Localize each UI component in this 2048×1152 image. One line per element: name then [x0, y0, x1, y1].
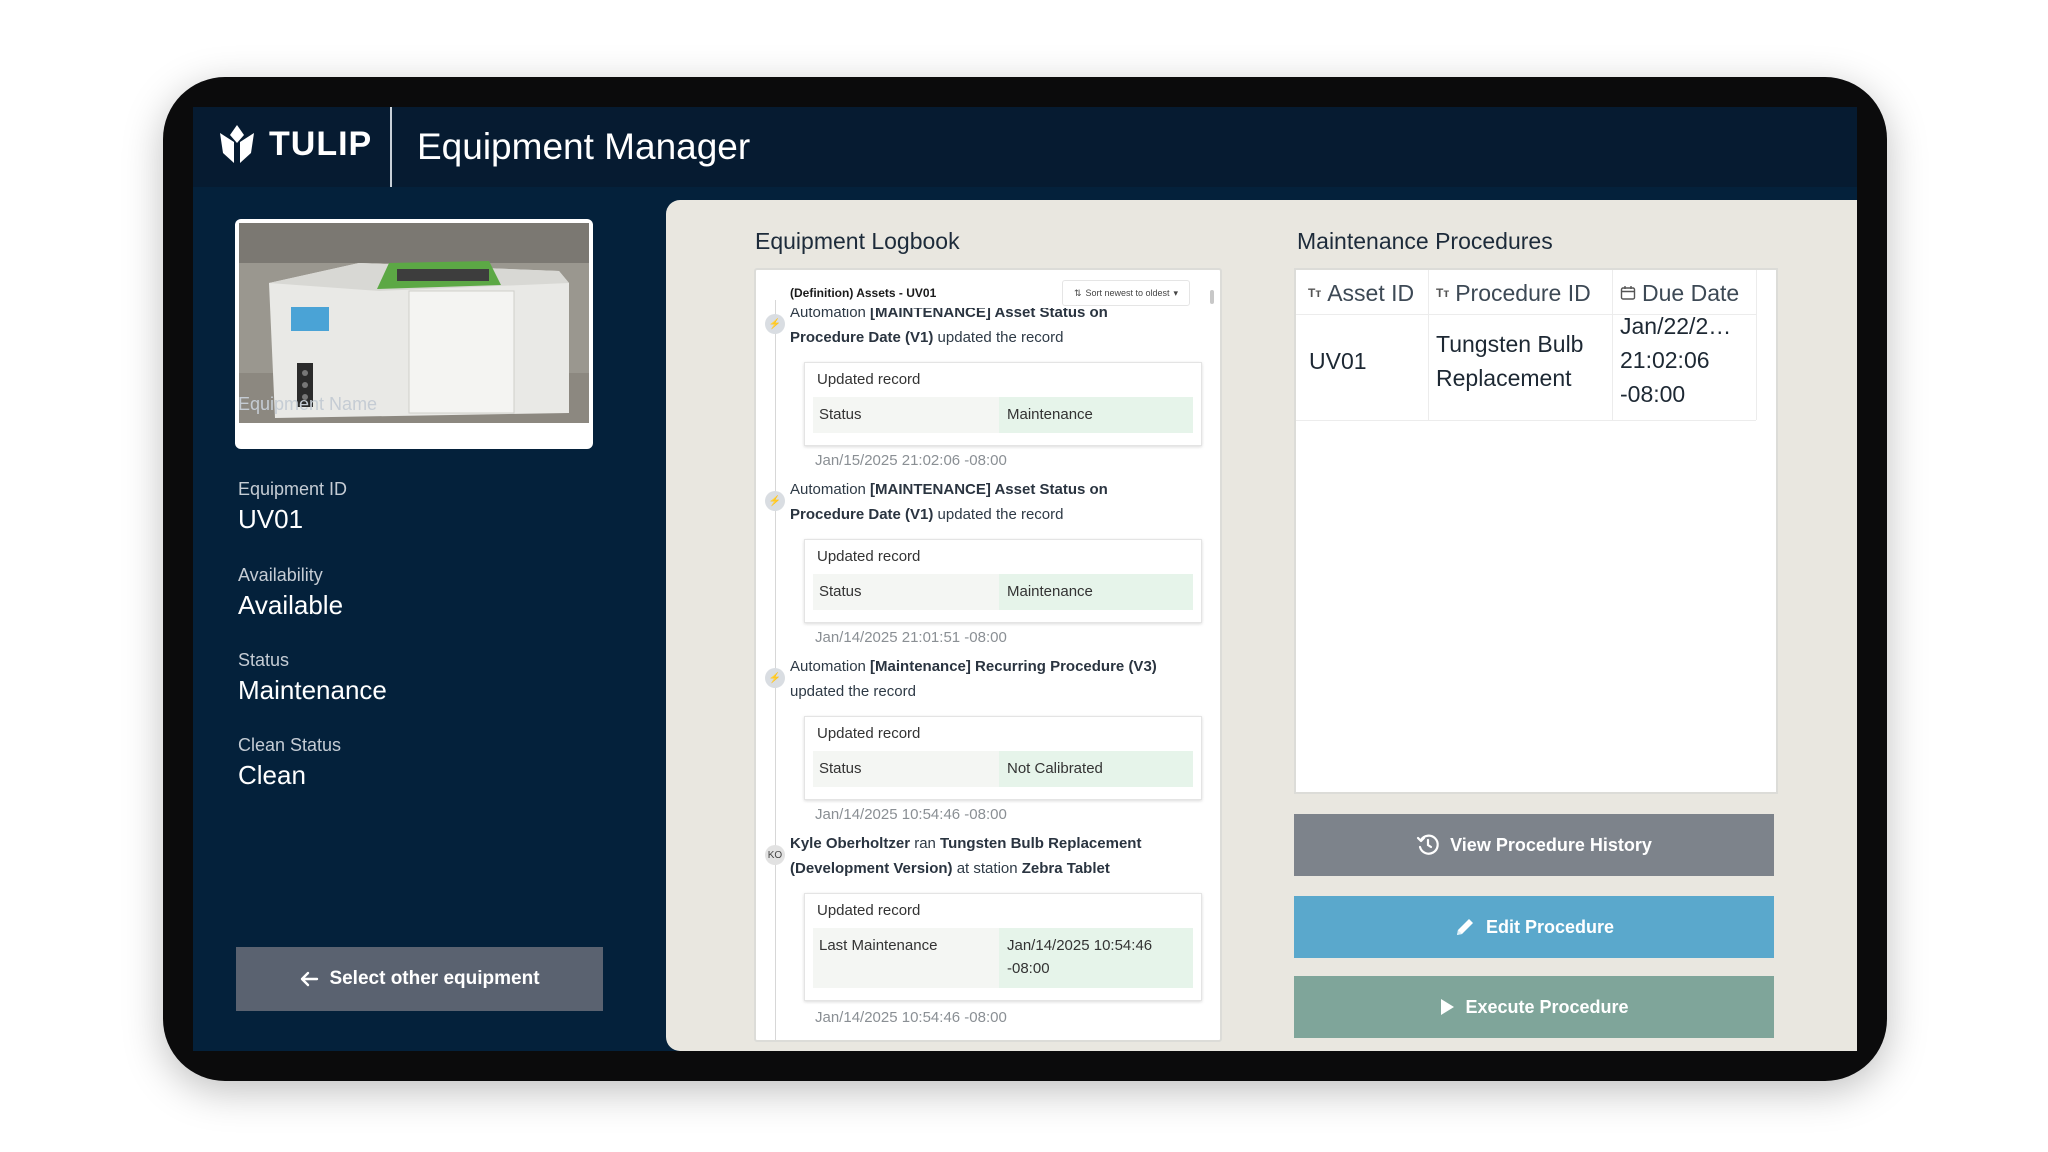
app-title: Equipment Manager	[417, 126, 751, 167]
record-value: Jan/14/2025 10:54:46 -08:00	[1007, 937, 1153, 977]
equipment-name-label: Equipment Name	[238, 394, 378, 414]
history-icon	[1417, 834, 1439, 855]
header-divider	[390, 107, 392, 187]
text-type-icon: Tт	[1308, 286, 1322, 300]
equipment-id-label: Equipment ID	[238, 479, 348, 499]
record-card: Updated record Last Maintenance Jan/14/2…	[804, 893, 1202, 1001]
text-type-icon: Tт	[1436, 286, 1450, 300]
record-card: Updated record Status Maintenance	[804, 362, 1202, 446]
record-row: Status Maintenance	[813, 397, 1193, 433]
sort-label: Sort newest to oldest	[1085, 288, 1170, 298]
logbook-title: Equipment Logbook	[755, 228, 960, 254]
arrow-left-icon	[301, 971, 319, 987]
main-content: Equipment Logbook (Definition) Assets - …	[666, 200, 1857, 1051]
table-column-divider	[1428, 270, 1429, 420]
app-screen: TULIP Equipment Manager Equipment Name U…	[193, 107, 1857, 1051]
record-row: Last Maintenance Jan/14/2025 10:54:46 -0…	[813, 928, 1193, 988]
chevron-down-icon: ▾	[1173, 287, 1179, 298]
availability-value: Available	[238, 590, 344, 620]
log-entry-time: Jan/15/2025 21:02:06 -08:00	[815, 452, 1007, 469]
automation-icon: ⚡	[765, 491, 785, 511]
record-value: Maintenance	[1007, 583, 1093, 600]
procedures-table: Tт Asset ID Tт Procedure ID Due Date UV0…	[1294, 268, 1778, 794]
equipment-id-value: UV01	[238, 504, 304, 534]
record-key: Last Maintenance	[819, 937, 938, 954]
column-header-procedure-id[interactable]: Tт Procedure ID	[1436, 276, 1591, 310]
record-row: Status Not Calibrated	[813, 751, 1193, 787]
log-entry-time: Jan/14/2025 21:01:51 -08:00	[815, 629, 1007, 646]
cell-asset-id: UV01	[1309, 348, 1367, 374]
record-key: Status	[819, 406, 862, 423]
log-entry-text: Automation [MAINTENANCE] Asset Status on…	[790, 481, 1108, 523]
sort-dropdown[interactable]: ⇅ Sort newest to oldest ▾	[1062, 280, 1190, 306]
table-column-divider	[1612, 270, 1613, 420]
tulip-logo-icon	[220, 125, 254, 163]
logbook-scrollbar[interactable]	[1210, 290, 1214, 304]
record-title: Updated record	[817, 902, 921, 919]
log-entry-text: Kyle Oberholtzer ran Tungsten Bulb Repla…	[790, 835, 1142, 877]
record-key: Status	[819, 583, 862, 600]
execute-procedure-button[interactable]: Execute Procedure	[1294, 976, 1774, 1038]
log-entry-time: Jan/14/2025 10:54:46 -08:00	[815, 806, 1007, 823]
select-other-equipment-button[interactable]: Select other equipment	[236, 947, 603, 1011]
execute-procedure-label: Execute Procedure	[1465, 996, 1629, 1017]
record-title: Updated record	[817, 371, 921, 388]
availability-label: Availability	[238, 565, 323, 585]
user-avatar-icon: KO	[765, 845, 785, 865]
record-title: Updated record	[817, 725, 921, 742]
status-value: Maintenance	[238, 675, 387, 705]
edit-procedure-button[interactable]: Edit Procedure	[1294, 896, 1774, 958]
record-key: Status	[819, 760, 862, 777]
cell-due-date: Jan/22/2… 21:02:06 -08:00	[1620, 313, 1732, 407]
log-entry-text: Automation [MAINTENANCE] Asset Status on…	[790, 304, 1108, 346]
pencil-icon	[1456, 919, 1473, 935]
brand-name: TULIP	[269, 125, 373, 163]
clean-status-value: Clean	[238, 760, 306, 790]
record-card: Updated record Status Not Calibrated	[804, 716, 1202, 800]
view-procedure-history-label: View Procedure History	[1450, 834, 1652, 855]
record-row: Status Maintenance	[813, 574, 1193, 610]
view-procedure-history-button[interactable]: View Procedure History	[1294, 814, 1774, 876]
calendar-icon	[1620, 286, 1636, 300]
procedures-title: Maintenance Procedures	[1297, 228, 1553, 254]
automation-icon: ⚡	[765, 314, 785, 334]
app-header: TULIP Equipment Manager	[193, 107, 1857, 187]
log-entry-text: Automation [Maintenance] Recurring Proce…	[790, 658, 1157, 700]
table-column-divider	[1756, 270, 1757, 420]
record-value: Maintenance	[1007, 406, 1093, 423]
sort-icon: ⇅	[1073, 287, 1082, 298]
record-card: Updated record Status Maintenance	[804, 539, 1202, 623]
equipment-photo	[239, 223, 589, 423]
select-other-equipment-label: Select other equipment	[329, 968, 540, 989]
status-label: Status	[238, 650, 290, 670]
column-header-due-date[interactable]: Due Date	[1620, 276, 1739, 310]
cell-procedure-id: Tungsten Bulb Replacement	[1436, 331, 1584, 391]
play-icon	[1441, 999, 1455, 1015]
equipment-logbook[interactable]: (Definition) Assets - UV01 ⇅ Sort newest…	[754, 268, 1222, 1042]
column-header-asset-id[interactable]: Tт Asset ID	[1308, 276, 1414, 310]
automation-icon: ⚡	[765, 668, 785, 688]
equipment-name-value: UV-Vis Spectrophotometer	[238, 419, 546, 449]
table-row-divider	[1296, 420, 1756, 421]
clean-status-label: Clean Status	[238, 735, 342, 755]
logbook-header: (Definition) Assets - UV01	[790, 286, 937, 300]
record-value: Not Calibrated	[1007, 760, 1103, 777]
log-entry-time: Jan/14/2025 10:54:46 -08:00	[815, 1009, 1007, 1026]
edit-procedure-label: Edit Procedure	[1485, 916, 1615, 937]
record-title: Updated record	[817, 548, 921, 565]
